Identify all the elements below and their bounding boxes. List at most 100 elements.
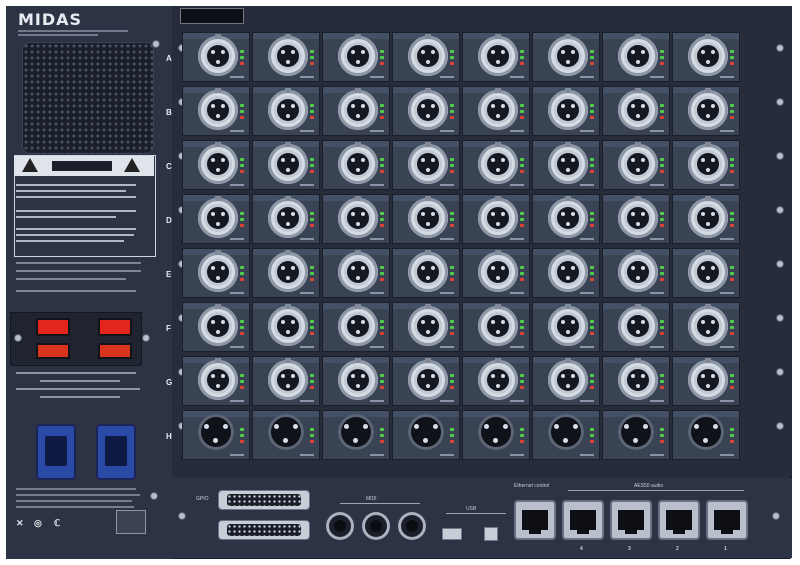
- signal-led: [240, 50, 244, 53]
- ethercon-port-icon[interactable]: [706, 500, 748, 540]
- usb-port-icon[interactable]: [442, 528, 462, 540]
- xlr-female-connector-icon[interactable]: [268, 34, 308, 76]
- din-midi-port-icon[interactable]: [398, 512, 426, 540]
- xlr-female-connector-icon[interactable]: [478, 250, 518, 292]
- xlr-female-connector-icon[interactable]: [268, 358, 308, 400]
- xlr-male-connector-icon[interactable]: [478, 414, 514, 450]
- xlr-female-connector-icon[interactable]: [198, 358, 238, 400]
- xlr-female-connector-icon[interactable]: [618, 250, 658, 292]
- dsub-connector-icon[interactable]: [218, 520, 310, 540]
- xlr-male-connector-icon[interactable]: [338, 414, 374, 450]
- channel-label-mark: [370, 292, 384, 294]
- xlr-female-connector-icon[interactable]: [408, 34, 448, 76]
- screw: [776, 206, 784, 214]
- iec-power-inlet-icon[interactable]: [36, 424, 76, 480]
- xlr-female-connector-icon[interactable]: [408, 358, 448, 400]
- xlr-female-connector-icon[interactable]: [688, 358, 728, 400]
- xlr-female-connector-icon[interactable]: [408, 88, 448, 130]
- xlr-female-connector-icon[interactable]: [548, 34, 588, 76]
- xlr-female-connector-icon[interactable]: [198, 88, 238, 130]
- xlr-female-connector-icon[interactable]: [548, 358, 588, 400]
- ethercon-port-icon[interactable]: [562, 500, 604, 540]
- xlr-female-connector-icon[interactable]: [268, 196, 308, 238]
- xlr-female-connector-icon[interactable]: [688, 304, 728, 346]
- xlr-female-connector-icon[interactable]: [478, 196, 518, 238]
- xlr-female-connector-icon[interactable]: [338, 34, 378, 76]
- iec-power-inlet-icon[interactable]: [96, 424, 136, 480]
- signal-led: [380, 212, 384, 215]
- power-switch-icon[interactable]: [98, 343, 132, 359]
- xlr-female-connector-icon[interactable]: [688, 88, 728, 130]
- xlr-female-connector-icon[interactable]: [478, 34, 518, 76]
- xlr-male-connector-icon[interactable]: [408, 414, 444, 450]
- ethercon-port-icon[interactable]: [610, 500, 652, 540]
- xlr-female-connector-icon[interactable]: [338, 88, 378, 130]
- din-midi-port-icon[interactable]: [326, 512, 354, 540]
- power-switch-icon[interactable]: [36, 318, 70, 336]
- xlr-female-connector-icon[interactable]: [478, 88, 518, 130]
- xlr-female-connector-icon[interactable]: [198, 304, 238, 346]
- xlr-female-connector-icon[interactable]: [618, 196, 658, 238]
- xlr-female-connector-icon[interactable]: [198, 196, 238, 238]
- xlr-female-connector-icon[interactable]: [338, 358, 378, 400]
- xlr-female-connector-icon[interactable]: [548, 304, 588, 346]
- xlr-female-connector-icon[interactable]: [478, 304, 518, 346]
- xlr-female-connector-icon[interactable]: [198, 34, 238, 76]
- power-switch-icon[interactable]: [36, 343, 70, 359]
- signal-led: [520, 266, 524, 269]
- warning-triangle-icon: [124, 158, 140, 172]
- signal-led: [590, 326, 594, 329]
- xlr-male-connector-icon[interactable]: [688, 414, 724, 450]
- xlr-female-connector-icon[interactable]: [688, 250, 728, 292]
- clip-led: [240, 62, 244, 65]
- xlr-female-connector-icon[interactable]: [548, 142, 588, 184]
- xlr-female-connector-icon[interactable]: [548, 250, 588, 292]
- din-midi-port-icon[interactable]: [362, 512, 390, 540]
- xlr-female-connector-icon[interactable]: [338, 142, 378, 184]
- xlr-female-connector-icon[interactable]: [618, 304, 658, 346]
- signal-led: [310, 158, 314, 161]
- xlr-female-connector-icon[interactable]: [478, 358, 518, 400]
- xlr-female-connector-icon[interactable]: [618, 34, 658, 76]
- xlr-female-connector-icon[interactable]: [198, 142, 238, 184]
- xlr-female-connector-icon[interactable]: [548, 88, 588, 130]
- xlr-female-connector-icon[interactable]: [268, 88, 308, 130]
- xlr-female-connector-icon[interactable]: [268, 250, 308, 292]
- xlr-female-connector-icon[interactable]: [688, 196, 728, 238]
- usb-port-icon[interactable]: [484, 527, 498, 541]
- xlr-female-connector-icon[interactable]: [338, 250, 378, 292]
- signal-led: [450, 374, 454, 377]
- xlr-female-connector-icon[interactable]: [688, 142, 728, 184]
- xlr-female-connector-icon[interactable]: [618, 358, 658, 400]
- ethercon-port-icon[interactable]: [514, 500, 556, 540]
- xlr-female-connector-icon[interactable]: [688, 34, 728, 76]
- screw: [776, 44, 784, 52]
- aes50-bracket: [568, 490, 744, 491]
- signal-led: [590, 50, 594, 53]
- xlr-female-connector-icon[interactable]: [338, 196, 378, 238]
- xlr-female-connector-icon[interactable]: [618, 142, 658, 184]
- clip-led: [590, 224, 594, 227]
- xlr-female-connector-icon[interactable]: [408, 142, 448, 184]
- xlr-female-connector-icon[interactable]: [618, 88, 658, 130]
- xlr-male-connector-icon[interactable]: [548, 414, 584, 450]
- xlr-female-connector-icon[interactable]: [478, 142, 518, 184]
- power-switch-icon[interactable]: [98, 318, 132, 336]
- xlr-male-connector-icon[interactable]: [268, 414, 304, 450]
- xlr-female-connector-icon[interactable]: [548, 196, 588, 238]
- xlr-male-connector-icon[interactable]: [198, 414, 234, 450]
- dsub-connector-icon[interactable]: [218, 490, 310, 510]
- xlr-male-connector-icon[interactable]: [618, 414, 654, 450]
- clip-led: [310, 116, 314, 119]
- xlr-female-connector-icon[interactable]: [338, 304, 378, 346]
- xlr-female-connector-icon[interactable]: [268, 304, 308, 346]
- xlr-female-connector-icon[interactable]: [268, 142, 308, 184]
- xlr-female-connector-icon[interactable]: [408, 304, 448, 346]
- channel-label-mark: [650, 346, 664, 348]
- xlr-female-connector-icon[interactable]: [408, 250, 448, 292]
- xlr-female-connector-icon[interactable]: [198, 250, 238, 292]
- signal-led: [660, 434, 664, 437]
- ethercon-port-icon[interactable]: [658, 500, 700, 540]
- xlr-female-connector-icon[interactable]: [408, 196, 448, 238]
- signal-led: [450, 380, 454, 383]
